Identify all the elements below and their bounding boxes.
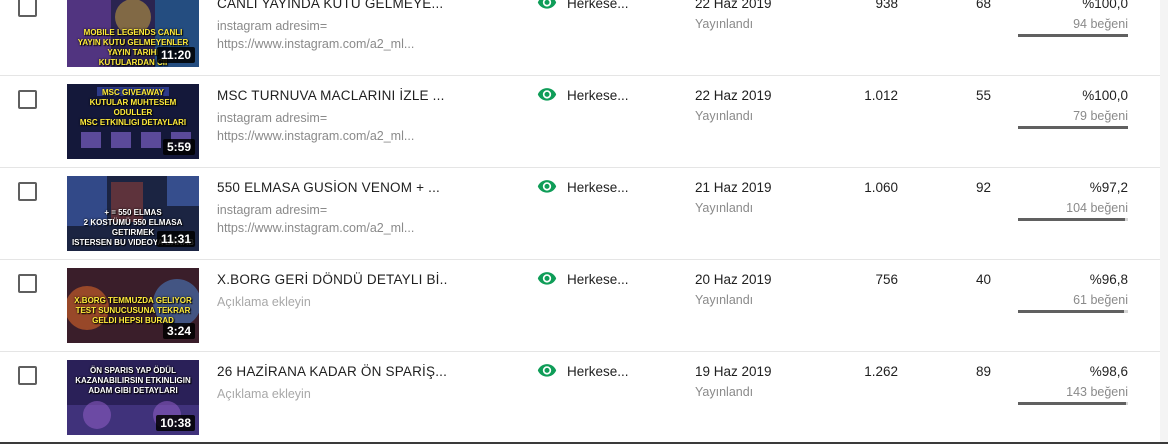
like-ratio-bar: [1018, 126, 1128, 129]
visibility-label[interactable]: Herkese...: [567, 180, 629, 195]
video-description[interactable]: instagram adresim= https://www.instagram…: [217, 109, 439, 149]
publish-status: Yayınlandı: [695, 385, 754, 399]
video-duration: 5:59: [162, 139, 195, 155]
view-count: 1.060: [864, 180, 898, 195]
publish-status: Yayınlandı: [695, 17, 754, 31]
video-duration: 10:38: [156, 415, 195, 431]
eye-icon[interactable]: [537, 0, 557, 12]
eye-icon[interactable]: [537, 268, 557, 288]
view-count: 756: [875, 272, 898, 287]
like-count: 104 beğeni: [1066, 201, 1128, 215]
video-title[interactable]: CANLI YAYINDA KUTU GELMEYE...: [217, 0, 447, 11]
visibility-label[interactable]: Herkese...: [567, 0, 629, 11]
thumbnail-caption: MSC GIVEAWAY KUTULAR MUHTESEM ODULLER MS…: [79, 88, 187, 127]
publish-status: Yayınlandı: [695, 293, 754, 307]
visibility-label[interactable]: Herkese...: [567, 272, 629, 287]
row-checkbox[interactable]: [18, 0, 37, 17]
thumbnail-caption: ÖN SPARIS YAP ÖDÜL KAZANABILIRSIN ETKINL…: [75, 366, 191, 395]
publish-date: 22 Haz 2019: [695, 0, 772, 11]
comment-count: 40: [975, 272, 991, 287]
like-ratio-bar: [1018, 402, 1128, 405]
video-list-page: MOBILE LEGENDS CANLI YAYIN KUTU GELMEYEN…: [0, 0, 1168, 444]
video-thumbnail[interactable]: X.BORG TEMMUZDA GELIYOR TEST SUNUCUSUNA …: [67, 268, 199, 343]
comment-count: 68: [975, 0, 991, 11]
like-ratio-fill: [1018, 402, 1127, 405]
comment-count: 55: [975, 88, 991, 103]
eye-icon[interactable]: [537, 84, 557, 104]
like-count: 79 beğeni: [1073, 109, 1128, 123]
publish-date: 20 Haz 2019: [695, 272, 772, 287]
video-duration: 11:31: [156, 231, 195, 247]
like-percentage: %97,2: [1089, 180, 1128, 195]
video-title[interactable]: 26 HAZİRANA KADAR ÖN SPARİŞ...: [217, 364, 447, 379]
publish-date: 22 Haz 2019: [695, 88, 772, 103]
video-title[interactable]: 550 ELMASA GUSİON VENOM + ...: [217, 180, 447, 195]
video-description[interactable]: Açıklama ekleyin: [217, 293, 439, 333]
video-title[interactable]: MSC TURNUVA MACLARINI İZLE ...: [217, 88, 447, 103]
visibility-label[interactable]: Herkese...: [567, 88, 629, 103]
like-percentage: %100,0: [1082, 88, 1128, 103]
like-ratio-fill: [1018, 126, 1128, 129]
view-count: 1.262: [864, 364, 898, 379]
like-ratio-fill: [1018, 34, 1128, 37]
like-count: 61 beğeni: [1073, 293, 1128, 307]
like-ratio-bar: [1018, 34, 1128, 37]
publish-date: 21 Haz 2019: [695, 180, 772, 195]
video-thumbnail[interactable]: + = 550 ELMAS 2 KOSTÜMÜ 550 ELMASA GETIR…: [67, 176, 199, 251]
visibility-label[interactable]: Herkese...: [567, 364, 629, 379]
video-thumbnail[interactable]: MOBILE LEGENDS CANLI YAYIN KUTU GELMEYEN…: [67, 0, 199, 67]
scrollbar-track[interactable]: [1160, 0, 1168, 444]
eye-icon[interactable]: [537, 360, 557, 380]
video-row[interactable]: + = 550 ELMAS 2 KOSTÜMÜ 550 ELMASA GETIR…: [0, 168, 1160, 260]
view-count: 1.012: [864, 88, 898, 103]
video-duration: 11:20: [156, 47, 195, 63]
video-row[interactable]: MSC GIVEAWAY KUTULAR MUHTESEM ODULLER MS…: [0, 76, 1160, 168]
video-description[interactable]: Açıklama ekleyin: [217, 385, 439, 425]
video-row[interactable]: X.BORG TEMMUZDA GELIYOR TEST SUNUCUSUNA …: [0, 260, 1160, 352]
like-count: 143 beğeni: [1066, 385, 1128, 399]
comment-count: 92: [975, 180, 991, 195]
row-checkbox[interactable]: [18, 182, 37, 201]
video-row[interactable]: ÖN SPARIS YAP ÖDÜL KAZANABILIRSIN ETKINL…: [0, 352, 1160, 444]
thumbnail-caption: X.BORG TEMMUZDA GELIYOR TEST SUNUCUSUNA …: [74, 296, 192, 325]
video-thumbnail[interactable]: ÖN SPARIS YAP ÖDÜL KAZANABILIRSIN ETKINL…: [67, 360, 199, 435]
video-thumbnail[interactable]: MSC GIVEAWAY KUTULAR MUHTESEM ODULLER MS…: [67, 84, 199, 159]
like-ratio-fill: [1018, 310, 1125, 313]
comment-count: 89: [975, 364, 991, 379]
video-row[interactable]: MOBILE LEGENDS CANLI YAYIN KUTU GELMEYEN…: [0, 0, 1160, 76]
row-checkbox[interactable]: [18, 90, 37, 109]
row-checkbox[interactable]: [18, 274, 37, 293]
view-count: 938: [875, 0, 898, 11]
like-percentage: %96,8: [1089, 272, 1128, 287]
like-ratio-bar: [1018, 310, 1128, 313]
like-ratio-fill: [1018, 218, 1125, 221]
like-percentage: %98,6: [1089, 364, 1128, 379]
video-duration: 3:24: [162, 323, 195, 339]
video-description[interactable]: instagram adresim= https://www.instagram…: [217, 17, 439, 57]
like-ratio-bar: [1018, 218, 1128, 221]
publish-status: Yayınlandı: [695, 201, 754, 215]
like-count: 94 beğeni: [1073, 17, 1128, 31]
publish-date: 19 Haz 2019: [695, 364, 772, 379]
eye-icon[interactable]: [537, 176, 557, 196]
video-description[interactable]: instagram adresim= https://www.instagram…: [217, 201, 439, 241]
like-percentage: %100,0: [1082, 0, 1128, 11]
publish-status: Yayınlandı: [695, 109, 754, 123]
video-title[interactable]: X.BORG GERİ DÖNDÜ DETAYLI Bİ...: [217, 272, 447, 287]
row-checkbox[interactable]: [18, 366, 37, 385]
